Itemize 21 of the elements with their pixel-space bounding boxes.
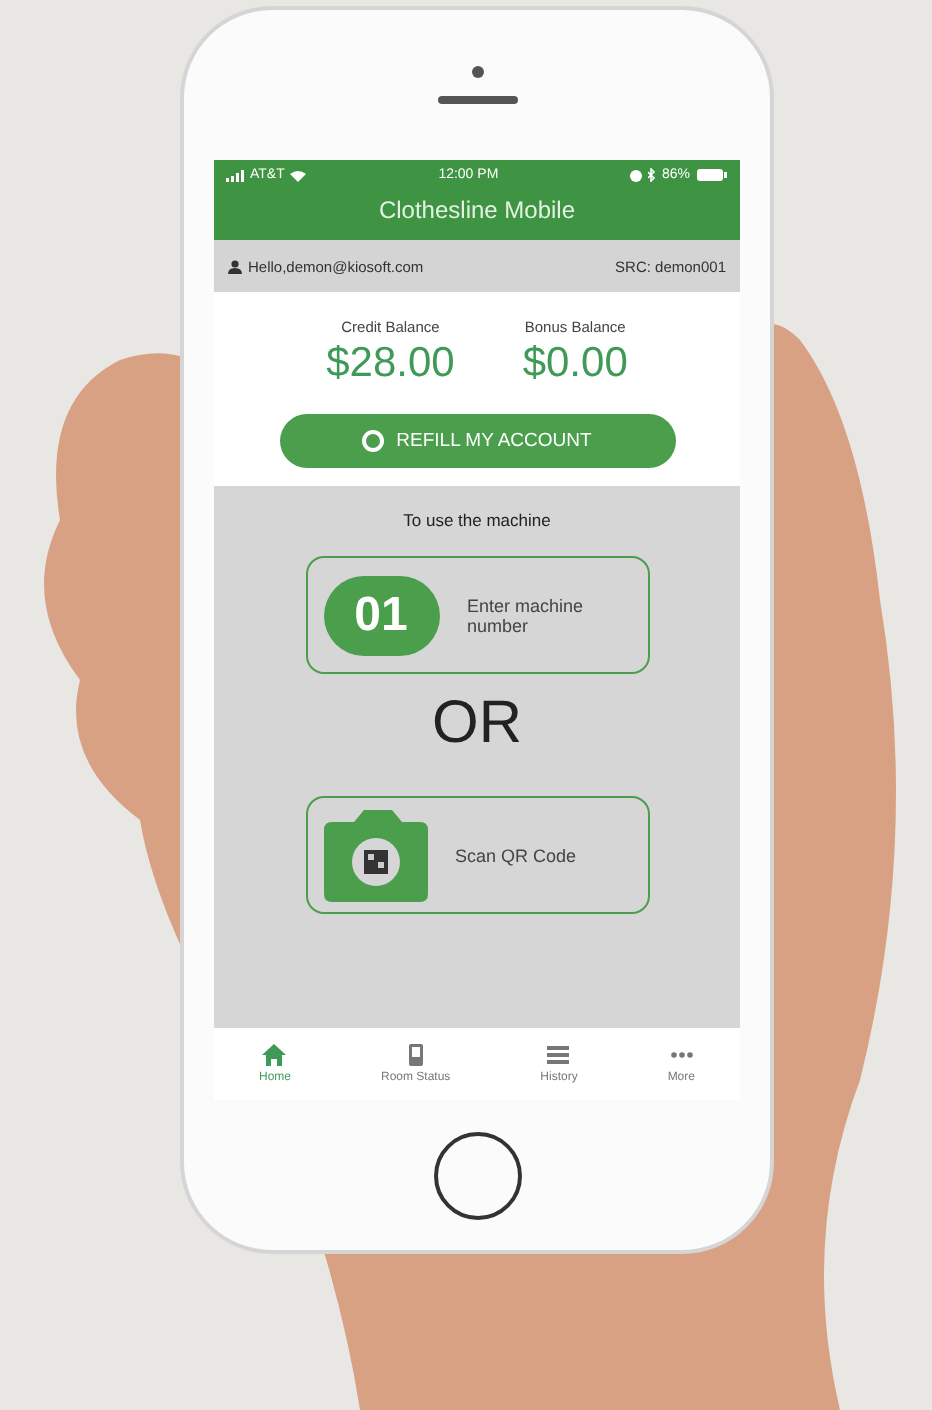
battery-icon [695, 168, 728, 182]
refill-account-button[interactable]: REFILL MY ACCOUNT [279, 414, 675, 468]
app-title: Clothesline Mobile [214, 186, 740, 240]
phone-icon [403, 1044, 428, 1066]
scan-qr-button[interactable]: Scan QR Code [305, 796, 649, 914]
machine-prompt: To use the machine [403, 510, 551, 530]
signal-icon [226, 169, 244, 181]
or-separator: OR [432, 690, 522, 758]
speaker-icon [437, 96, 517, 104]
home-icon [262, 1044, 287, 1066]
user-icon [228, 259, 242, 273]
home-button[interactable] [433, 1131, 521, 1219]
camera-icon [323, 809, 427, 901]
list-icon [546, 1044, 571, 1066]
camera-icon [471, 66, 483, 78]
balance-amount: $28.00 [326, 340, 455, 388]
wifi-icon [290, 169, 307, 181]
bluetooth-icon [647, 168, 656, 182]
enter-number-button[interactable]: 01 Enter machine number [305, 556, 649, 674]
balance-amount: $0.00 [522, 340, 628, 388]
coin-icon [362, 430, 385, 452]
